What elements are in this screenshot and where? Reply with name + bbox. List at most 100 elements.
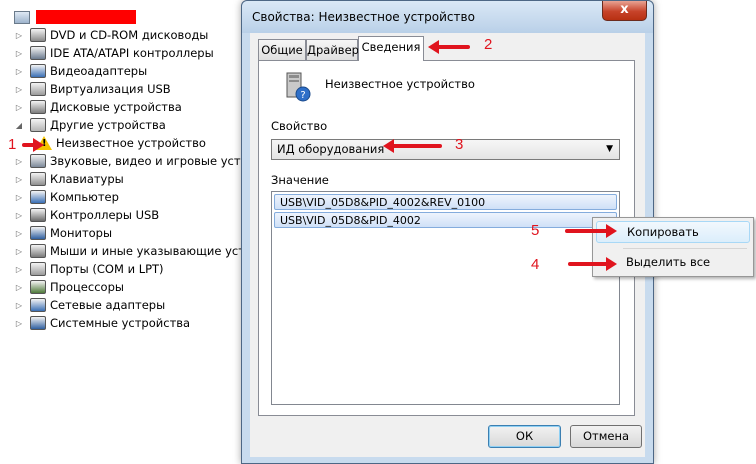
close-button[interactable]: x [602, 1, 647, 21]
tree-item-label: Контроллеры USB [50, 208, 160, 222]
tree-item[interactable]: ▷ IDE ATA/ATAPI контроллеры [14, 44, 214, 62]
dvd-drive-icon [30, 28, 46, 42]
system-devices-icon [30, 316, 46, 330]
tree-item[interactable]: ▷ Системные устройства [14, 314, 190, 332]
tree-item[interactable]: ▷ Мониторы [14, 224, 112, 242]
expand-arrow-icon[interactable]: ▷ [14, 103, 24, 112]
details-tab-panel: ? Неизвестное устройство Свойство ИД обо… [258, 60, 635, 416]
network-adapter-icon [30, 298, 46, 312]
cancel-button[interactable]: Отмена [570, 425, 642, 448]
annotation-arrow-3 [383, 139, 442, 153]
expand-arrow-icon[interactable]: ▷ [14, 67, 24, 76]
usb-virtualization-icon [30, 82, 46, 96]
tree-item[interactable]: ▷ Порты (COM и LPT) [14, 260, 164, 278]
other-devices-icon [30, 118, 46, 132]
annotation-arrow-2 [428, 40, 470, 54]
annotation-number-4: 4 [531, 256, 540, 273]
tab-details[interactable]: Сведения [358, 36, 424, 61]
tab-driver[interactable]: Драйвер [306, 39, 359, 60]
tree-item-label: Виртуализация USB [50, 82, 171, 96]
tree-item-label: DVD и CD-ROM дисководы [50, 28, 209, 42]
port-icon [30, 262, 46, 276]
tree-item-label: Другие устройства [50, 118, 166, 132]
tree-item-label: IDE ATA/ATAPI контроллеры [50, 46, 214, 60]
tree-item-label: Неизвестное устройство [56, 136, 206, 150]
annotation-number-1: 1 [8, 136, 17, 153]
ide-controller-icon [30, 46, 46, 60]
keyboard-icon [30, 172, 46, 186]
property-selected-value: ИД оборудования [277, 142, 385, 156]
property-dropdown[interactable]: ИД оборудования ▼ [271, 139, 620, 160]
redacted-computer-name [36, 10, 136, 24]
tree-item-label: Видеоадаптеры [50, 64, 148, 78]
processor-icon [30, 280, 46, 294]
tree-item[interactable]: ▷ Контроллеры USB [14, 206, 159, 224]
svg-text:?: ? [300, 90, 305, 101]
disk-drive-icon [30, 100, 46, 114]
menu-separator [623, 248, 747, 249]
annotation-arrow-4 [568, 257, 617, 271]
collapse-arrow-icon[interactable]: ◢ [14, 121, 24, 130]
device-name: Неизвестное устройство [325, 77, 475, 91]
menu-item-copy[interactable]: Копировать [596, 221, 750, 243]
annotation-number-2: 2 [484, 36, 493, 53]
tree-item-label: Клавиатуры [50, 172, 124, 186]
expand-arrow-icon[interactable]: ▷ [14, 193, 24, 202]
tree-item[interactable]: ▷ Видеоадаптеры [14, 62, 147, 80]
tree-item[interactable]: ▷ DVD и CD-ROM дисководы [14, 26, 208, 44]
annotation-arrow-1 [22, 138, 44, 152]
dialog-title: Свойства: Неизвестное устройство [252, 10, 475, 24]
tree-item-label: Мониторы [50, 226, 113, 240]
usb-controller-icon [30, 208, 46, 222]
expand-arrow-icon[interactable]: ▷ [14, 31, 24, 40]
tree-item-label: Порты (COM и LPT) [50, 262, 164, 276]
chevron-down-icon: ▼ [606, 144, 613, 154]
value-label: Значение [271, 173, 329, 187]
close-icon: x [620, 2, 629, 17]
expand-arrow-icon[interactable]: ▷ [14, 175, 24, 184]
tree-item[interactable]: ▷ Компьютер [14, 188, 119, 206]
mouse-icon [30, 244, 46, 258]
computer-root-icon [14, 10, 30, 24]
expand-arrow-icon[interactable]: ▷ [14, 157, 24, 166]
tree-root[interactable] [4, 8, 136, 26]
value-list[interactable]: USB\VID_05D8&PID_4002&REV_0100 USB\VID_0… [271, 191, 620, 405]
list-item[interactable]: USB\VID_05D8&PID_4002 [274, 212, 617, 228]
tree-item[interactable]: ▷ Виртуализация USB [14, 80, 171, 98]
tree-item-label: Компьютер [50, 190, 119, 204]
dialog-title-bar[interactable]: Свойства: Неизвестное устройство x [242, 1, 653, 33]
tree-item[interactable]: ▷ Сетевые адаптеры [14, 296, 165, 314]
expand-arrow-icon[interactable]: ▷ [14, 229, 24, 238]
tree-item-label: Дисковые устройства [50, 100, 182, 114]
expand-arrow-icon[interactable]: ▷ [14, 265, 24, 274]
expand-arrow-icon[interactable]: ▷ [14, 319, 24, 328]
device-manager-tree: ▷ DVD и CD-ROM дисководы ▷ IDE ATA/ATAPI ко… [0, 0, 294, 464]
dialog-body: Общие Драйвер Сведения ? Неизвестное уст… [250, 33, 645, 457]
annotation-arrow-5 [565, 224, 617, 238]
expand-arrow-icon[interactable]: ▷ [14, 301, 24, 310]
expand-arrow-icon[interactable]: ▷ [14, 85, 24, 94]
annotation-number-3: 3 [455, 136, 464, 153]
tab-general[interactable]: Общие [258, 39, 306, 60]
tree-item[interactable]: ▷ Клавиатуры [14, 170, 124, 188]
tree-item[interactable]: ▷ Процессоры [14, 278, 124, 296]
ok-button[interactable]: ОК [488, 425, 561, 448]
tree-item[interactable]: Неизвестное устройство [30, 134, 206, 152]
monitor-icon [30, 226, 46, 240]
computer-icon [30, 190, 46, 204]
expand-arrow-icon[interactable]: ▷ [14, 49, 24, 58]
property-label: Свойство [271, 119, 328, 133]
unknown-device-icon: ? [286, 72, 311, 102]
menu-item-select-all[interactable]: Выделить все [596, 252, 750, 274]
expand-arrow-icon[interactable]: ▷ [14, 211, 24, 220]
list-item[interactable]: USB\VID_05D8&PID_4002&REV_0100 [274, 194, 617, 210]
expand-arrow-icon[interactable]: ▷ [14, 247, 24, 256]
annotation-number-5: 5 [531, 222, 540, 239]
tree-item-label: Сетевые адаптеры [50, 298, 166, 312]
expand-arrow-icon[interactable]: ▷ [14, 283, 24, 292]
tree-item[interactable]: ▷ Дисковые устройства [14, 98, 182, 116]
tree-item[interactable]: ◢ Другие устройства [14, 116, 166, 134]
display-adapter-icon [30, 64, 46, 78]
tree-item-label: Процессоры [50, 280, 124, 294]
sound-icon [30, 154, 46, 168]
